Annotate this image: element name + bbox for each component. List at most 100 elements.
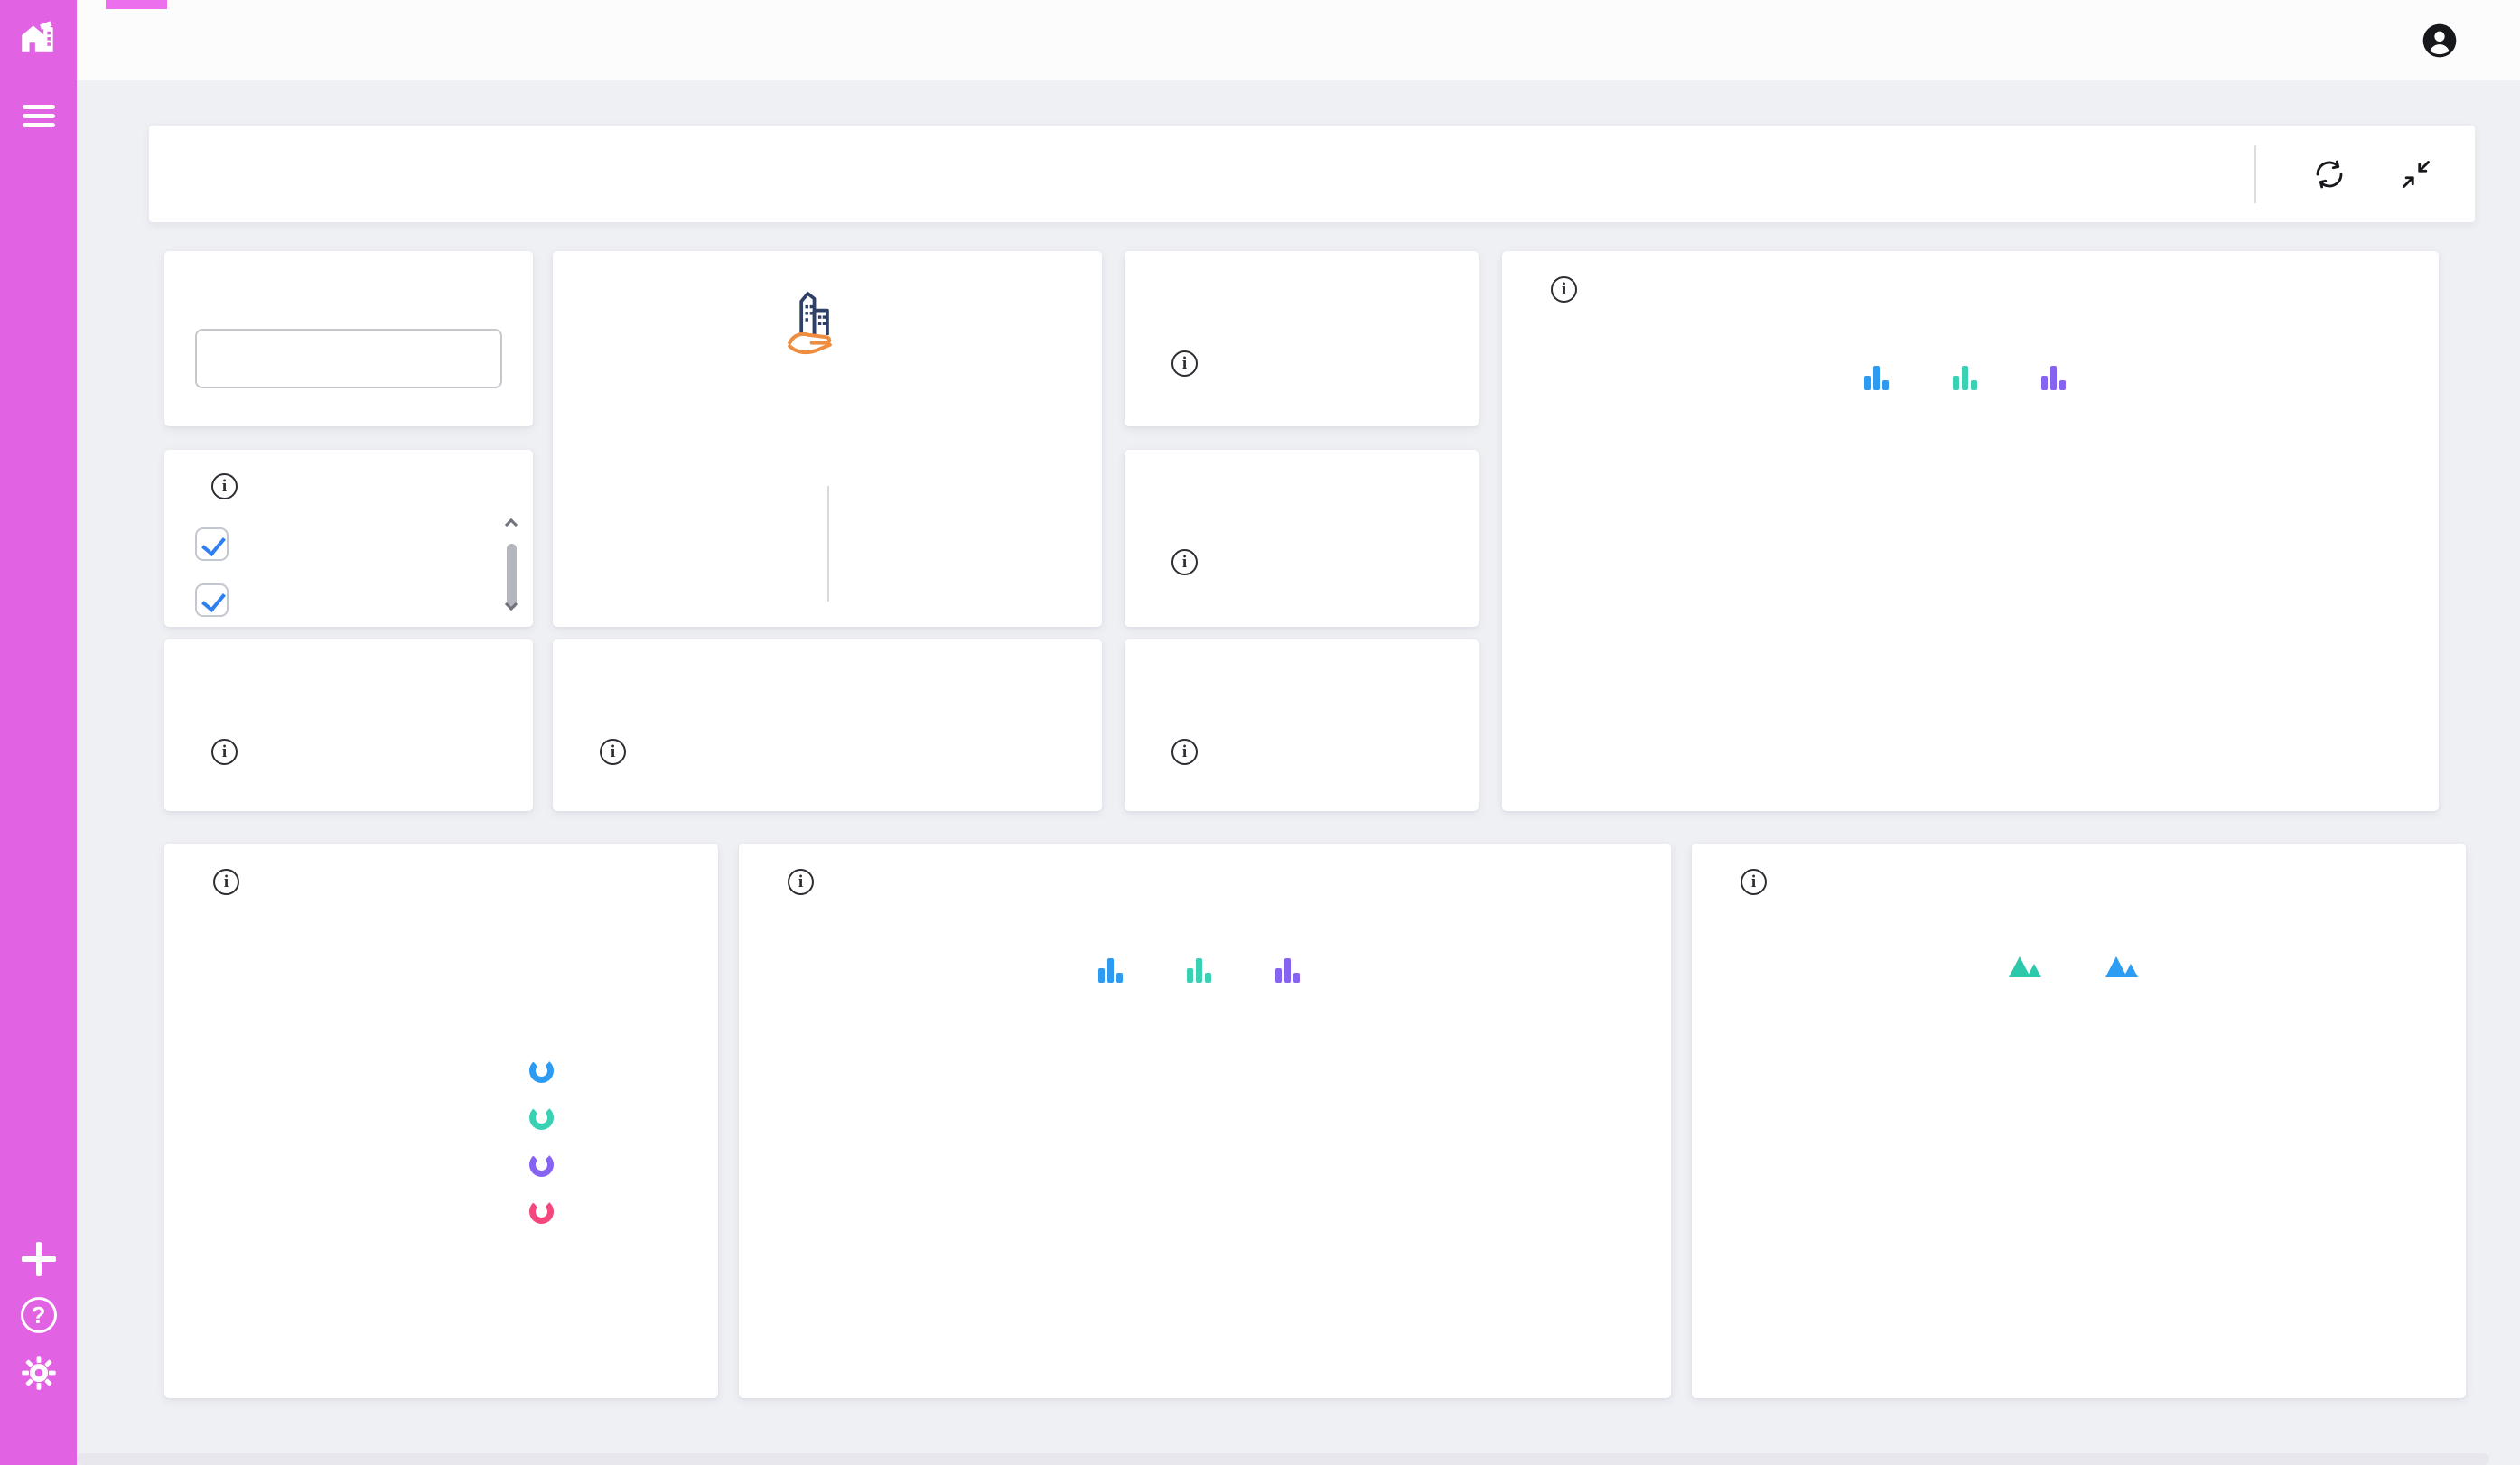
date-range-picker[interactable]	[195, 329, 562, 388]
donut-series-icon	[529, 1199, 554, 1224]
menu-hamburger-icon[interactable]	[15, 92, 62, 139]
revenue-cell	[553, 482, 827, 499]
property-option-1[interactable]	[195, 583, 250, 617]
sidebar	[0, 0, 77, 1465]
info-icon[interactable]	[1171, 739, 1198, 765]
scroll-up-icon[interactable]	[504, 518, 518, 532]
loss-vacancy-label-row	[197, 739, 238, 765]
info-icon[interactable]	[600, 739, 626, 765]
total-cost-spent-card	[739, 844, 1671, 1398]
tenant-turnover-card	[1125, 639, 1479, 811]
bar-series-icon	[1952, 365, 1977, 390]
bar-series-icon	[1863, 365, 1889, 390]
loss-vacancy-card	[164, 639, 533, 811]
collapse-button[interactable]	[2395, 154, 2437, 195]
legend-item-total-cost[interactable]	[2040, 365, 2077, 390]
property-filter-label	[195, 473, 238, 499]
legend-item-rent-on-time[interactable]	[1863, 365, 1900, 390]
legend-item-fair[interactable]	[529, 1152, 572, 1177]
tenant-acquisition-card	[553, 639, 1102, 811]
vacated-tenants-card	[164, 844, 718, 1398]
total-cost-cell	[827, 482, 1102, 499]
tab-dashboard[interactable]	[106, 0, 167, 80]
divider	[827, 486, 829, 602]
info-icon[interactable]	[1741, 869, 1767, 895]
tab-tenant-details[interactable]	[333, 0, 341, 80]
donut-series-icon	[529, 1152, 554, 1177]
bar-series-icon	[1187, 957, 1211, 983]
revenue-cost-title-row	[1535, 276, 1577, 303]
checkbox-checked[interactable]	[195, 583, 229, 617]
question-icon	[20, 1297, 57, 1333]
tenant-turnover-label-row	[1157, 739, 1198, 765]
tab-rental-payments[interactable]	[400, 0, 407, 80]
refresh-button[interactable]	[2309, 154, 2350, 195]
dashboard-title-bar	[149, 126, 2475, 222]
divider	[2254, 145, 2256, 203]
occupancy-label-row	[1157, 350, 1198, 377]
collapse-arrows-icon	[2403, 160, 2430, 188]
legend-item-occupied[interactable]	[2008, 954, 2053, 977]
info-icon[interactable]	[1171, 350, 1198, 377]
area-series-icon	[2008, 954, 2041, 977]
occupancy-rate-card	[1125, 251, 1479, 426]
info-icon[interactable]	[1171, 549, 1198, 575]
net-income-card	[553, 251, 1102, 627]
cost-spent-chart	[762, 1008, 1647, 1389]
hand-building-icon	[788, 292, 832, 355]
settings-button[interactable]	[15, 1349, 62, 1396]
occupied-vacant-card	[1692, 844, 2466, 1398]
info-icon[interactable]	[211, 739, 238, 765]
occupied-vacant-chart	[1715, 1003, 2442, 1391]
user-avatar-icon	[2422, 23, 2457, 57]
help-button[interactable]	[15, 1292, 62, 1339]
area-series-icon	[2105, 954, 2138, 977]
revenue-cost-overview-card	[1502, 251, 2439, 811]
legend-item-good[interactable]	[529, 1106, 572, 1130]
vacated-chart-area	[164, 844, 718, 1398]
property-filter-card	[164, 450, 533, 627]
info-icon[interactable]	[211, 473, 238, 499]
app-logo-icon[interactable]	[15, 13, 62, 60]
dashboard-tabs	[106, 0, 467, 80]
net-income-top	[553, 282, 1102, 365]
donut-series-icon	[529, 1059, 554, 1083]
donut-series-icon	[529, 1106, 554, 1130]
total-cost-legend	[739, 957, 1671, 983]
legend-item-repair[interactable]	[1275, 957, 1311, 983]
legend-item-maintenance[interactable]	[1098, 957, 1134, 983]
property-option-all[interactable]	[195, 527, 250, 561]
legend-item-management[interactable]	[1187, 957, 1223, 983]
legend-item-excellent[interactable]	[529, 1059, 572, 1083]
checkbox-checked[interactable]	[195, 527, 229, 561]
tab-properties[interactable]	[200, 0, 207, 80]
property-list-scrollbar[interactable]	[504, 518, 518, 611]
gear-icon	[21, 1356, 56, 1390]
user-menu[interactable]	[2422, 23, 2471, 59]
vacated-legend	[529, 1059, 572, 1246]
rent-arrears-card	[1125, 450, 1479, 627]
rent-arrears-label-row	[1157, 549, 1198, 575]
occupied-vacant-title-row	[1724, 869, 1767, 895]
bar-series-icon	[1275, 957, 1300, 983]
bar-series-icon	[1098, 957, 1123, 983]
revenue-cost-legend	[1502, 365, 2439, 390]
legend-item-rent-arrears[interactable]	[1952, 365, 1989, 390]
refresh-icon	[2316, 160, 2343, 188]
home-building-icon	[21, 21, 53, 52]
tab-owner-details[interactable]	[266, 0, 274, 80]
plus-icon	[21, 1242, 56, 1276]
horizontal-scrollbar[interactable]	[77, 1453, 2489, 1465]
total-cost-title-row	[771, 869, 814, 895]
bar-series-icon	[2040, 365, 2066, 390]
top-navigation	[77, 0, 2520, 80]
legend-item-vacant[interactable]	[2105, 954, 2150, 977]
date-filter-card	[164, 251, 562, 426]
tenant-acquisition-label-row	[585, 739, 626, 765]
add-button[interactable]	[15, 1236, 62, 1283]
revenue-cost-chart	[1524, 414, 2417, 800]
legend-item-poor[interactable]	[529, 1199, 572, 1224]
info-icon[interactable]	[1551, 276, 1577, 303]
info-icon[interactable]	[788, 869, 814, 895]
date-range-input[interactable]	[213, 343, 562, 374]
